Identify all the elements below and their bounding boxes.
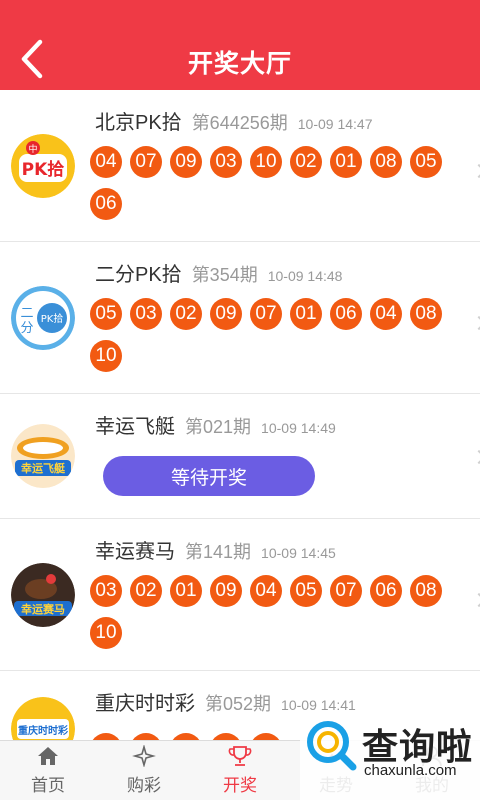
issue-number: 第141期 [185,542,252,562]
number-ball: 01 [290,298,322,330]
tab-label: 开奖 [223,776,257,795]
chevron-right-icon [471,449,480,465]
number-ball: 03 [90,575,122,607]
number-ball: 02 [170,298,202,330]
number-ball: 08 [410,575,442,607]
number-ball: 07 [250,298,282,330]
number-ball: 06 [330,298,362,330]
lottery-list: PK拾 中 北京PK拾 第644256期 10-09 14:47 04 07 09 … [0,90,480,747]
awaiting-draw-button[interactable]: 等待开奖 [103,456,315,496]
lottery-item-bjpk10[interactable]: PK拾 中 北京PK拾 第644256期 10-09 14:47 04 07 09 … [0,90,480,242]
tab-draw[interactable]: 开奖 [192,741,288,800]
page-title: 开奖大厅 [187,50,292,78]
lottery-name: 幸运飞艇 [95,416,175,438]
number-ball: 07 [330,575,362,607]
sparkle-icon [132,745,156,767]
draw-time: 10-09 14:49 [261,420,336,436]
number-ball: 01 [330,146,362,178]
lottery-name: 二分PK拾 [95,264,182,286]
number-ball: 06 [90,188,122,220]
number-ball: 01 [170,575,202,607]
lottery-title: 幸运赛马 第141期 10-09 14:45 [95,535,336,564]
chevron-right-icon [471,315,480,331]
home-icon [38,747,58,765]
lottery-item-xyft[interactable]: 幸运飞艇 幸运飞艇 第021期 10-09 14:49 等待开奖 [0,394,480,519]
pk10-logo: PK拾 中 [11,134,75,198]
tab-label: 购彩 [127,776,161,795]
number-ball: 10 [90,617,122,649]
number-ball: 09 [170,146,202,178]
tab-home[interactable]: 首页 [0,741,96,800]
lottery-title: 幸运飞艇 第021期 10-09 14:49 [95,410,336,439]
number-ball: 09 [210,298,242,330]
number-ball: 07 [130,146,162,178]
number-ball: 05 [410,146,442,178]
issue-number: 第354期 [191,265,258,285]
number-ball: 09 [210,575,242,607]
number-ball: 08 [410,298,442,330]
svg-text:PK拾: PK拾 [22,159,65,180]
svg-text:二: 二 [20,306,33,321]
draw-time: 10-09 14:47 [297,116,373,132]
lottery-name: 北京PK拾 [95,112,182,134]
number-ball: 10 [250,146,282,178]
issue-number: 第644256期 [191,113,288,133]
number-ball: 08 [370,146,402,178]
issue-number: 第052期 [205,694,272,714]
svg-text:重庆时时彩: 重庆时时彩 [18,724,68,737]
tab-buy[interactable]: 购彩 [96,741,192,800]
watermark-subtitle: chaxunla.com [364,762,457,779]
app-header: 开奖大厅 [0,0,480,90]
number-ball: 04 [250,575,282,607]
2fpk10-logo: 二 分 PK拾 [11,286,75,350]
trophy-icon [228,746,252,766]
number-ball: 04 [90,146,122,178]
svg-text:幸运赛马: 幸运赛马 [21,602,65,616]
number-ball: 04 [370,298,402,330]
magnifier-logo-icon [307,721,357,771]
draw-time: 10-09 14:41 [281,697,356,713]
svg-text:幸运飞艇: 幸运飞艇 [21,461,66,475]
number-ball: 03 [210,146,242,178]
lottery-name: 幸运赛马 [95,541,175,563]
draw-time: 10-09 14:45 [261,545,336,561]
svg-text:分: 分 [20,321,33,336]
lottery-name: 重庆时时彩 [95,693,195,715]
lottery-title: 北京PK拾 第644256期 10-09 14:47 [95,106,373,135]
chevron-right-icon [471,163,480,179]
number-ball: 10 [90,340,122,372]
svg-text:PK拾: PK拾 [41,312,64,325]
number-ball: 03 [130,298,162,330]
number-ball: 02 [290,146,322,178]
xysm-logo: 幸运赛马 [11,563,75,627]
svg-text:中: 中 [28,143,37,155]
tab-label: 首页 [31,776,65,795]
number-ball: 05 [290,575,322,607]
issue-number: 第021期 [185,417,252,437]
xyft-logo: 幸运飞艇 [11,424,75,488]
number-ball: 05 [90,298,122,330]
number-balls: 05 03 02 09 07 01 06 04 08 10 [90,298,450,382]
number-balls: 04 07 09 03 10 02 01 08 05 06 [90,146,450,230]
number-ball: 06 [370,575,402,607]
chevron-right-icon [471,592,480,608]
number-balls: 03 02 01 09 04 05 07 06 08 10 [90,575,450,659]
watermark: 查询啦 chaxunla.com [300,712,480,800]
number-ball: 02 [130,575,162,607]
lottery-item-xysm[interactable]: 幸运赛马 幸运赛马 第141期 10-09 14:45 03 02 01 09 04… [0,519,480,671]
lottery-item-2fpk10[interactable]: 二 分 PK拾 二分PK拾 第354期 10-09 14:48 05 03 02 0… [0,242,480,394]
lottery-title: 二分PK拾 第354期 10-09 14:48 [95,258,342,287]
draw-time: 10-09 14:48 [267,268,343,284]
